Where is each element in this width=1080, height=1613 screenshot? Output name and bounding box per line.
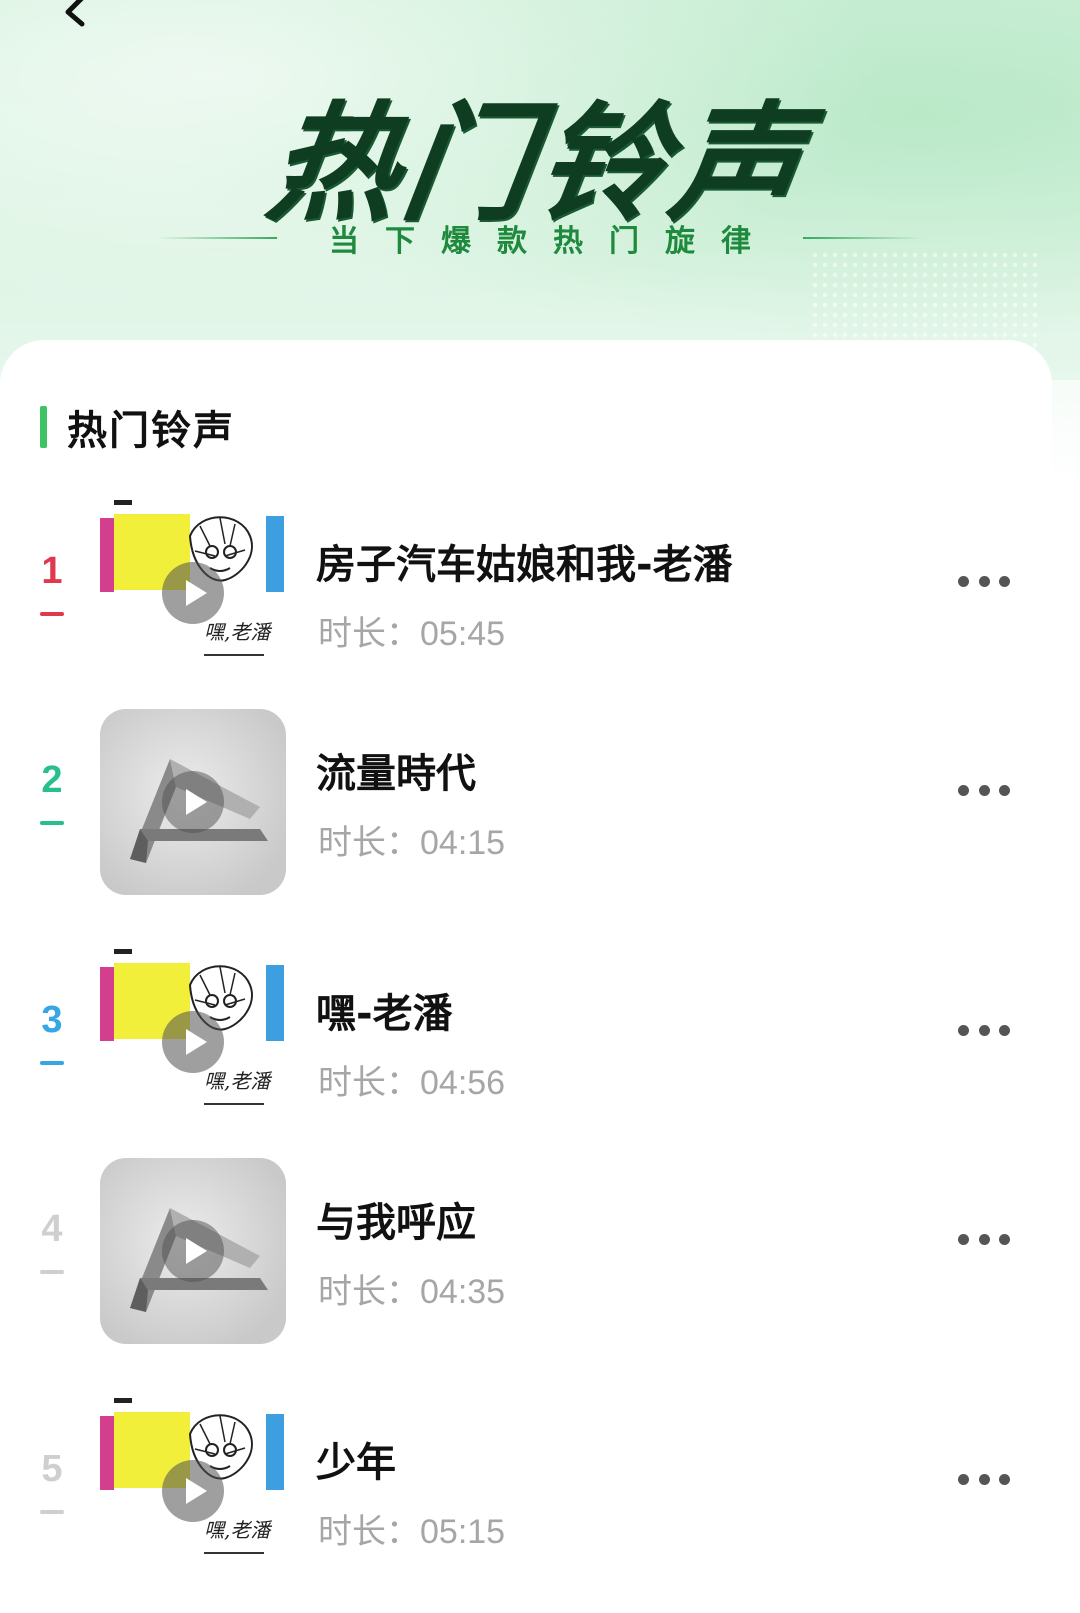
rank-number: 5 [41, 1448, 63, 1490]
song-row[interactable]: 4 与我呼应 时长：04:35 [0, 1158, 1052, 1348]
cover-tag [114, 500, 132, 505]
header-banner: 热门铃声 当下爆款热门旋律 [0, 0, 1080, 380]
song-title: 少年 [316, 1440, 396, 1486]
subtitle-divider-left [157, 237, 277, 239]
more-options-icon[interactable] [958, 783, 1010, 797]
more-options-icon[interactable] [958, 1472, 1010, 1486]
rank-underline [40, 1510, 64, 1514]
song-row[interactable]: 2 流量時代 时长：04:15 [0, 709, 1052, 899]
play-icon[interactable] [160, 1218, 226, 1284]
rank-number: 1 [41, 550, 63, 592]
song-duration: 时长：05:15 [318, 1513, 506, 1551]
cover-blue-block [266, 516, 284, 592]
song-duration: 时长：04:35 [318, 1273, 506, 1311]
cover-tag [114, 949, 132, 954]
song-duration: 时长：04:56 [318, 1064, 506, 1102]
page-subtitle: 当下爆款热门旋律 [0, 216, 1080, 260]
section-title: 热门铃声 [67, 408, 235, 454]
song-title: 与我呼应 [316, 1200, 476, 1246]
cover-signature-line [204, 1552, 264, 1554]
play-icon[interactable] [160, 769, 226, 835]
more-options-icon[interactable] [958, 574, 1010, 588]
rank-underline [40, 612, 64, 616]
play-icon[interactable] [160, 560, 226, 626]
chevron-left-icon [65, 0, 85, 27]
cover-signature-line [204, 654, 264, 656]
rank-number: 4 [41, 1208, 63, 1250]
section-header: 热门铃声 [40, 398, 235, 456]
play-icon[interactable] [160, 1009, 226, 1075]
song-duration: 时长：04:15 [318, 824, 506, 862]
more-options-icon[interactable] [958, 1232, 1010, 1246]
rank-underline [40, 1270, 64, 1274]
section-accent-bar [40, 406, 47, 448]
song-title: 房子汽车姑娘和我-老潘 [316, 542, 733, 588]
song-row[interactable]: 1 嘿,老潘 房子汽车姑娘和我-老潘 时长：05:45 [0, 500, 1052, 690]
cover-tag [114, 1398, 132, 1403]
rank-number: 2 [41, 759, 63, 801]
cover-magenta-block [100, 1416, 114, 1490]
cover-blue-block [266, 965, 284, 1041]
cover-magenta-block [100, 518, 114, 592]
more-options-icon[interactable] [958, 1023, 1010, 1037]
rank-number: 3 [41, 999, 63, 1041]
song-list-card: 热门铃声 1 嘿,老潘 房子汽车姑娘和我-老潘 时长：05:45 2 流量時代 … [0, 340, 1052, 1613]
rank-underline [40, 821, 64, 825]
cover-magenta-block [100, 967, 114, 1041]
subtitle-text: 当下爆款热门旋律 [329, 224, 777, 259]
song-row[interactable]: 5 嘿,老潘 少年 时长：05:15 [0, 1398, 1052, 1588]
cover-blue-block [266, 1414, 284, 1490]
play-icon[interactable] [160, 1458, 226, 1524]
back-button[interactable] [56, 0, 96, 34]
subtitle-divider-right [803, 237, 923, 239]
rank-underline [40, 1061, 64, 1065]
song-row[interactable]: 3 嘿,老潘 嘿-老潘 时长：04:56 [0, 949, 1052, 1139]
song-title: 流量時代 [316, 751, 476, 797]
song-duration: 时长：05:45 [318, 615, 506, 653]
cover-signature-line [204, 1103, 264, 1105]
song-title: 嘿-老潘 [316, 991, 453, 1037]
